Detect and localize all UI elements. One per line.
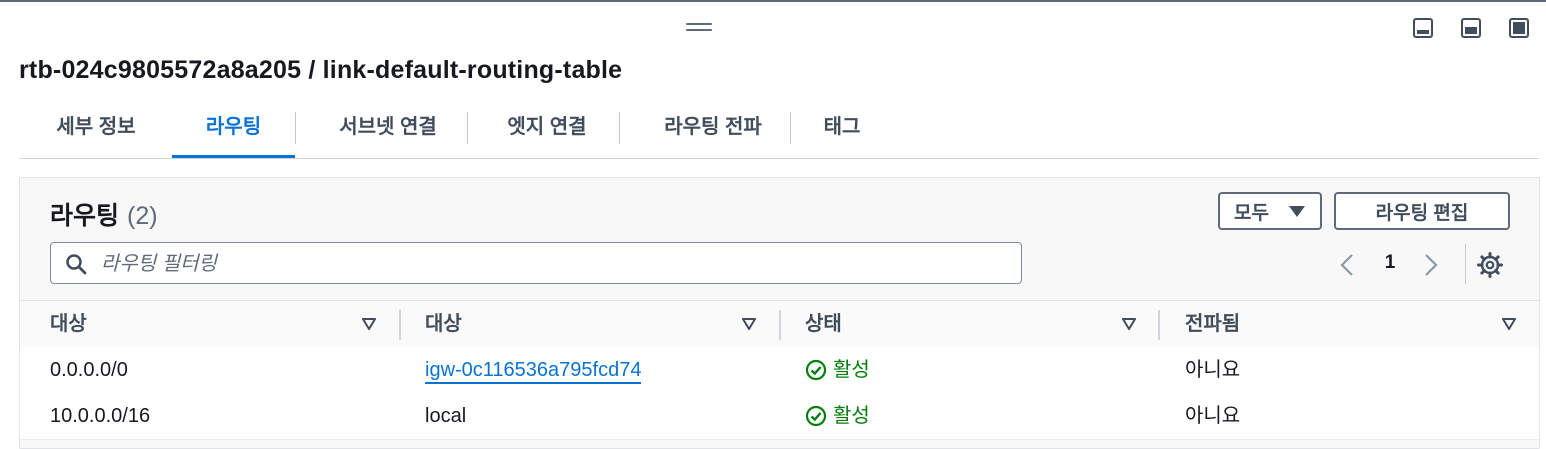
check-circle-icon [805, 405, 827, 427]
cell-status: 활성 [805, 347, 870, 393]
edit-routes-button[interactable]: 라우팅 편집 [1334, 192, 1510, 230]
column-header-propagated[interactable]: 전파됨 [1185, 301, 1240, 348]
sort-icon[interactable] [1502, 318, 1516, 330]
tab-divider [467, 112, 468, 144]
pager-divider [1465, 244, 1466, 284]
cell-target: local [425, 405, 467, 427]
column-header-status[interactable]: 상태 [805, 301, 842, 348]
cell-propagated: 아니요 [1185, 359, 1241, 381]
sort-icon[interactable] [362, 318, 376, 330]
panel-split-icon[interactable] [1460, 17, 1482, 39]
column-header-target[interactable]: 대상 [425, 301, 462, 348]
search-icon [66, 254, 87, 275]
tab-routes[interactable]: 라우팅 [172, 108, 295, 158]
tab-divider [619, 112, 620, 144]
panel-layout-controls [1412, 17, 1530, 39]
routes-count: (2) [127, 202, 158, 230]
next-page-icon[interactable] [1420, 251, 1442, 279]
tab-route-propagation[interactable]: 라우팅 전파 [633, 108, 793, 157]
tab-divider [295, 112, 296, 144]
column-header-destination[interactable]: 대상 [50, 301, 87, 348]
column-divider[interactable] [1158, 310, 1160, 340]
table-row: 0.0.0.0/0 igw-0c116536a795fcd74 활성 아니요 [20, 347, 1539, 394]
target-link[interactable]: igw-0c116536a795fcd74 [425, 359, 642, 384]
check-circle-icon [805, 359, 827, 381]
column-divider[interactable] [779, 310, 781, 340]
status-label: 활성 [833, 405, 870, 427]
gear-icon[interactable] [1476, 251, 1504, 279]
panel-full-icon[interactable] [1508, 17, 1530, 39]
drag-handle-icon[interactable] [686, 23, 712, 33]
status-label: 활성 [833, 359, 870, 381]
route-filter-input[interactable] [99, 248, 1003, 280]
top-border [0, 0, 1546, 2]
tab-bar: 세부 정보 라우팅 서브넷 연결 엣지 연결 라우팅 전파 태그 [19, 108, 1539, 159]
table-row: 10.0.0.0/16 local 활성 아니요 [20, 393, 1539, 440]
filter-dropdown[interactable]: 모두 [1218, 192, 1322, 230]
tab-tags[interactable]: 태그 [805, 108, 879, 157]
caret-down-icon [1288, 205, 1305, 217]
cell-status: 활성 [805, 393, 870, 439]
sort-icon[interactable] [1122, 318, 1136, 330]
route-filter-box [50, 242, 1022, 284]
cell-target: igw-0c116536a795fcd74 [425, 347, 642, 393]
filter-dropdown-label: 모두 [1234, 202, 1269, 224]
cell-destination: 0.0.0.0/0 [50, 359, 128, 381]
current-page[interactable]: 1 [1380, 252, 1400, 274]
sort-icon[interactable] [742, 318, 756, 330]
routes-container: 라우팅(2) 모두 라우팅 편집 1 대상 대상 [19, 177, 1540, 449]
column-divider[interactable] [399, 310, 401, 340]
routes-title: 라우팅 [50, 202, 120, 230]
previous-page-icon[interactable] [1336, 251, 1358, 279]
table-header: 대상 대상 상태 전파됨 [20, 300, 1539, 349]
cell-propagated: 아니요 [1185, 405, 1241, 427]
routes-header: 라우팅 (2) [50, 196, 158, 232]
page-title: rtb-024c9805572a8a205 / link-default-rou… [19, 56, 623, 84]
tab-details[interactable]: 세부 정보 [33, 108, 159, 157]
tab-divider [790, 112, 791, 144]
cell-destination: 10.0.0.0/16 [50, 405, 151, 427]
tab-subnet-associations[interactable]: 서브넷 연결 [308, 108, 468, 157]
tab-edge-associations[interactable]: 엣지 연결 [481, 108, 613, 157]
panel-bottom-icon[interactable] [1412, 17, 1434, 39]
